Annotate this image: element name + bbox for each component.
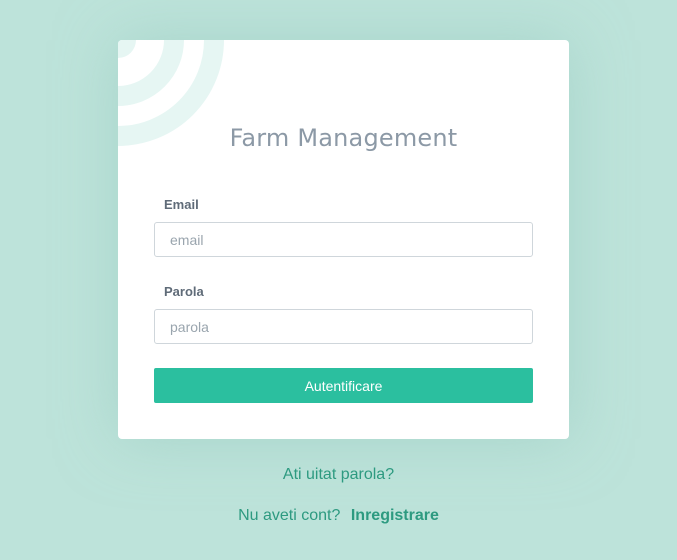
register-prompt: Nu aveti cont? Inregistrare [0,507,677,525]
app-title: Farm Management [229,124,458,152]
password-label: Parola [164,284,204,299]
email-field[interactable] [154,222,533,257]
email-label: Email [164,197,199,212]
login-button[interactable]: Autentificare [154,368,533,403]
no-account-text: Nu aveti cont? [238,507,341,524]
password-field[interactable] [154,309,533,344]
register-link[interactable]: Inregistrare [351,507,439,524]
login-card: Farm Management Email Parola Autentifica… [118,40,569,439]
forgot-password-link[interactable]: Ati uitat parola? [0,466,677,484]
login-page: Farm Management Email Parola Autentifica… [0,0,677,560]
